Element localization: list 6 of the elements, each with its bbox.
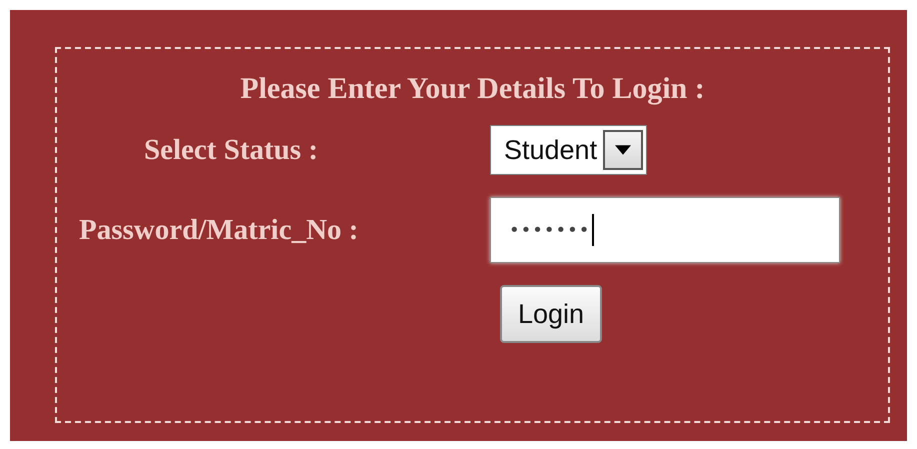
- login-button[interactable]: Login: [500, 285, 602, 343]
- password-field[interactable]: •••••••: [490, 197, 840, 263]
- status-dropdown[interactable]: Student: [490, 125, 648, 175]
- status-label: Select Status :: [143, 134, 319, 166]
- form-title: Please Enter Your Details To Login :: [239, 71, 706, 107]
- password-label: Password/Matric_No :: [78, 214, 360, 246]
